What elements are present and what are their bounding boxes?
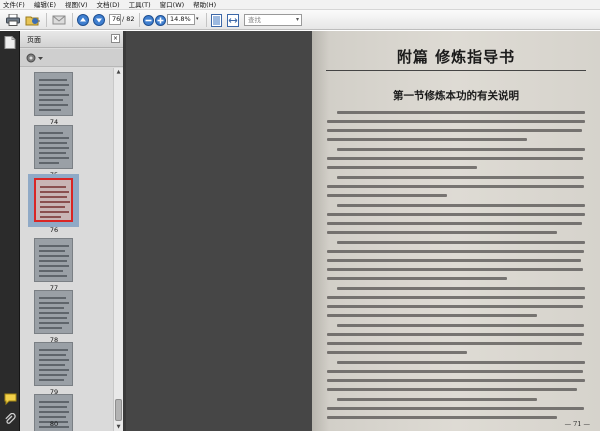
toolbar: 76 / 82 14.8% ▾ 查找 <box>0 10 600 30</box>
menu-window[interactable]: 窗口(W) <box>160 0 185 10</box>
page-heading: 附篇 修炼指导书 <box>396 48 516 66</box>
scroll-down-icon[interactable]: ▼ <box>114 423 123 431</box>
menu-file[interactable]: 文件(F) <box>3 0 25 10</box>
scrollbar-thumb[interactable] <box>115 399 122 421</box>
scroll-up-icon[interactable]: ▲ <box>114 68 123 76</box>
document-page: 附篇 修炼指导书 第一节修炼本功的有关说明 — 71 — <box>312 31 600 431</box>
scanned-text-body <box>327 111 589 423</box>
document-view-background <box>126 31 312 431</box>
menu-tools[interactable]: 工具(T) <box>129 0 151 10</box>
menu-document[interactable]: 文档(D) <box>97 0 120 10</box>
thumbnail-label: 76 <box>49 226 59 234</box>
close-icon[interactable]: × <box>111 34 120 43</box>
attachments-icon[interactable] <box>4 412 16 425</box>
options-gear-icon[interactable] <box>25 52 45 64</box>
section-title: 第一节修炼本功的有关说明 <box>393 90 519 102</box>
page-number-input[interactable]: 76 <box>109 14 121 25</box>
search-input[interactable]: 查找 <box>244 14 302 26</box>
thumbnail-list: 74 75 76 77 78 79 80 <box>20 68 113 431</box>
fit-page-icon[interactable] <box>209 13 223 27</box>
menu-edit[interactable]: 编辑(E) <box>34 0 56 10</box>
page-total: / 82 <box>122 15 135 23</box>
next-page-icon[interactable] <box>92 13 106 27</box>
comments-icon[interactable] <box>4 393 17 406</box>
previous-page-icon[interactable] <box>76 13 90 27</box>
printer-icon[interactable] <box>4 13 21 27</box>
pages-panel-toolbar <box>20 49 123 67</box>
pages-panel-title: 页面 <box>27 36 41 44</box>
pages-panel: 页面 × 74 75 76 77 78 79 <box>20 31 123 431</box>
navigation-rail <box>0 31 20 431</box>
menu-view[interactable]: 视图(V) <box>65 0 88 10</box>
zoom-dropdown-icon[interactable]: ▾ <box>196 14 202 25</box>
menu-bar: 文件(F) 编辑(E) 视图(V) 文档(D) 工具(T) 窗口(W) 帮助(H… <box>0 0 600 10</box>
fit-width-icon[interactable] <box>226 13 240 27</box>
email-icon[interactable] <box>51 13 67 27</box>
open-file-icon[interactable] <box>24 13 42 27</box>
menu-help[interactable]: 帮助(H) <box>193 0 216 10</box>
pages-panel-header: 页面 × <box>20 31 123 48</box>
zoom-out-icon[interactable] <box>142 13 154 27</box>
thumbnail-label: 80 <box>49 420 59 428</box>
thumbnail-scrollbar[interactable]: ▲ ▼ <box>113 68 123 431</box>
zoom-level-input[interactable]: 14.8% <box>167 14 195 25</box>
page-number-footer: — 71 — <box>564 420 590 428</box>
zoom-in-icon[interactable] <box>154 13 166 27</box>
pages-icon[interactable] <box>4 36 16 49</box>
heading-rule <box>326 70 586 71</box>
